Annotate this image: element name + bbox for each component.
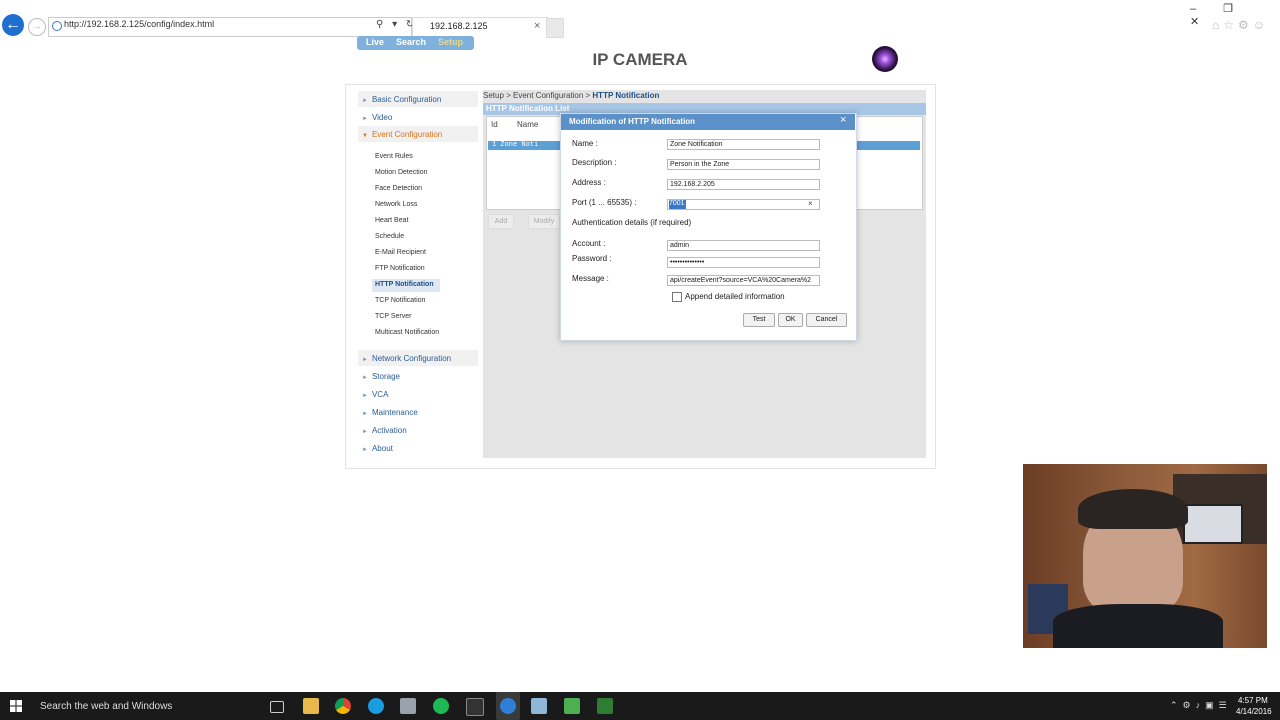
home-favorites-settings-icons[interactable]: ⌂☆⚙☺ [1212, 18, 1269, 32]
skype-icon[interactable] [368, 698, 384, 714]
webcam-monitor [1183, 504, 1243, 544]
menu-setup[interactable]: Setup [438, 37, 463, 47]
sub-motion-detection[interactable]: Motion Detection [375, 169, 428, 176]
column-id: Id [491, 120, 498, 129]
webcam-overlay [1023, 464, 1267, 648]
sub-email-recipient[interactable]: E-Mail Recipient [375, 249, 426, 256]
task-view-icon[interactable] [270, 701, 284, 713]
sub-tcp-server[interactable]: TCP Server [375, 313, 411, 320]
windows-start-icon[interactable] [10, 700, 22, 712]
url-text[interactable]: http://192.168.2.125/config/index.html [64, 19, 214, 29]
spotify-icon[interactable] [433, 698, 449, 714]
append-label: Append detailed information [685, 292, 785, 301]
message-field[interactable]: api/createEvent?source=VCA%20Camera%2 [667, 275, 820, 286]
name-label: Name : [572, 139, 598, 148]
message-label: Message : [572, 274, 609, 283]
account-field[interactable]: admin [667, 240, 820, 251]
menu-live[interactable]: Live [366, 37, 384, 47]
nav-about[interactable]: ► About [362, 444, 393, 453]
sub-tcp-notification[interactable]: TCP Notification [375, 297, 425, 304]
camtasia-icon[interactable] [564, 698, 580, 714]
description-label: Description : [572, 158, 617, 167]
tab-title: 192.168.2.125 [430, 21, 488, 31]
sub-http-notification[interactable]: HTTP Notification [375, 281, 434, 288]
webcam-person-shirt [1053, 604, 1223, 648]
camera-lens-logo [872, 46, 898, 72]
camtasia-recorder-icon[interactable] [597, 698, 613, 714]
name-field[interactable]: Zone Notification [667, 139, 820, 150]
nav-video[interactable]: ► Video [362, 113, 392, 122]
list-title: HTTP Notification List [486, 104, 570, 113]
sub-ftp-notification[interactable]: FTP Notification [375, 265, 425, 272]
sub-face-detection[interactable]: Face Detection [375, 185, 422, 192]
clear-icon[interactable]: × [808, 199, 813, 208]
menu-search[interactable]: Search [396, 37, 426, 47]
nav-maintenance[interactable]: ► Maintenance [362, 408, 418, 417]
close-icon[interactable]: × [840, 114, 846, 126]
sub-heart-beat[interactable]: Heart Beat [375, 217, 408, 224]
port-value[interactable]: 7001 [669, 200, 685, 207]
clock-time[interactable]: 4:57 PM [1238, 696, 1268, 705]
notepad-icon[interactable] [466, 698, 484, 716]
cancel-button[interactable]: Cancel [806, 313, 847, 327]
file-explorer-icon[interactable] [303, 698, 319, 714]
new-tab-button[interactable] [546, 18, 564, 38]
test-button[interactable]: Test [743, 313, 775, 327]
app-icon[interactable] [400, 698, 416, 714]
dialog-title: Modification of HTTP Notification [569, 117, 696, 126]
taskbar [0, 692, 1280, 720]
column-name: Name [517, 120, 539, 129]
breadcrumb: Setup > Event Configuration > HTTP Notif… [483, 91, 660, 100]
forward-arrow-icon[interactable]: → [28, 18, 46, 36]
sub-multicast-notification[interactable]: Multicast Notification [375, 329, 439, 336]
address-field[interactable]: 192.168.2.205 [667, 179, 820, 190]
port-label: Port (1 ... 65535) : [572, 198, 637, 207]
nav-storage[interactable]: ► Storage [362, 372, 400, 381]
page-title: IP CAMERA [592, 50, 688, 69]
chrome-icon[interactable] [335, 698, 351, 714]
append-checkbox[interactable] [672, 292, 682, 302]
account-label: Account : [572, 239, 606, 248]
password-label: Password : [572, 254, 612, 263]
ie-icon[interactable] [500, 698, 516, 714]
sub-network-loss[interactable]: Network Loss [375, 201, 417, 208]
modify-button[interactable]: Modify [528, 214, 560, 229]
address-label: Address : [572, 178, 606, 187]
description-field[interactable]: Person in the Zone [667, 159, 820, 170]
port-field[interactable] [667, 199, 820, 210]
nav-network-configuration[interactable]: ► Network Configuration [362, 354, 451, 363]
sub-schedule[interactable]: Schedule [375, 233, 404, 240]
app-icon[interactable] [531, 698, 547, 714]
password-field[interactable]: •••••••••••••• [667, 257, 820, 268]
clock-date[interactable]: 4/14/2016 [1236, 707, 1272, 716]
table-row-text: 1 Zone Noti [492, 141, 539, 149]
taskbar-search[interactable]: Search the web and Windows [40, 701, 172, 712]
nav-activation[interactable]: ► Activation [362, 426, 407, 435]
page-icon [52, 21, 62, 31]
auth-section-title: Authentication details (if required) [572, 218, 692, 227]
nav-vca[interactable]: ► VCA [362, 390, 388, 399]
system-tray-icons[interactable]: ⌃⚙♪▣☰ [1170, 700, 1232, 711]
add-button[interactable]: Add [488, 214, 514, 229]
nav-basic-configuration[interactable]: ► Basic Configuration [362, 95, 441, 104]
nav-event-configuration[interactable]: ▼ Event Configuration [362, 130, 442, 139]
ok-button[interactable]: OK [778, 313, 803, 327]
back-arrow-icon[interactable]: ← [2, 14, 24, 36]
tab-close-icon[interactable]: × [534, 20, 540, 32]
webcam-person-hair [1078, 489, 1188, 529]
sub-event-rules[interactable]: Event Rules [375, 153, 413, 160]
